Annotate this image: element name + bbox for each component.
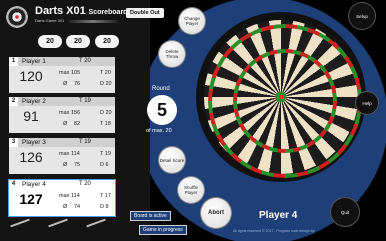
player-name: Player 2: [22, 98, 46, 105]
game-in-progress-status: Game in progress: [139, 225, 187, 235]
dart-icon: [48, 218, 68, 228]
max-label: max: [59, 193, 70, 199]
board-active-status: Board is active: [130, 211, 171, 221]
dart-icon: [86, 218, 106, 228]
checkout-hint: T 20: [79, 58, 91, 64]
detail-score-button[interactable]: Detail Score: [159, 147, 185, 173]
app-root: Darts X01 Scoreboard Darts Game 301 20 2…: [0, 0, 386, 241]
player-score: 120: [19, 68, 43, 84]
checkout-dart-2: D 20: [100, 81, 112, 87]
player-name: Player 4: [22, 181, 46, 188]
round-max: of max. 20: [146, 128, 172, 134]
max-label: max: [59, 70, 70, 76]
player-number: 4: [9, 180, 18, 189]
game-subtitle: Darts Game 301: [35, 18, 65, 23]
avg-value: 82: [74, 121, 81, 127]
help-button[interactable]: Help: [356, 92, 378, 114]
checkout-dart-2: D 8: [100, 204, 109, 210]
checkout-hint: T 20: [79, 181, 91, 187]
max-label: max: [59, 110, 70, 116]
avg-icon: Ø: [63, 162, 68, 168]
checkout-dart-2: T 18: [100, 121, 111, 127]
quit-button[interactable]: Quit: [331, 198, 359, 226]
max-value: 114: [71, 193, 80, 199]
checkout-dart-1: T 17: [100, 193, 111, 199]
player-number: 3: [9, 138, 18, 147]
avg-value: 75: [74, 162, 81, 168]
title-rest: Scoreboard: [88, 9, 128, 16]
throw-score-1: 20: [38, 35, 62, 48]
round-label: Round: [152, 86, 170, 92]
delete-throw-button[interactable]: Delete Throw: [159, 41, 185, 67]
checkout-dart-2: D 6: [100, 162, 109, 168]
max-value: 105: [71, 70, 81, 76]
max-value: 156: [71, 110, 81, 116]
player-score: 126: [19, 149, 43, 165]
avg-value: 76: [74, 81, 81, 87]
player-card-3[interactable]: 3 Player 3 T 19 126 max 114 T 19 Ø 75 D …: [9, 138, 115, 174]
dart-icon: [10, 218, 30, 228]
player-number: 2: [9, 97, 18, 106]
avg-icon: Ø: [63, 121, 68, 127]
scoreboard-panel: Darts X01 Scoreboard Darts Game 301 20 2…: [0, 0, 150, 241]
checkout-dart-1: T 20: [100, 70, 111, 76]
player-card-1[interactable]: 1 Player 1 T 20 120 max 105 T 20 Ø 76 D …: [9, 57, 115, 93]
round-number: 5: [147, 95, 177, 125]
setup-button[interactable]: Setup: [349, 3, 375, 29]
player-score: 91: [23, 108, 39, 124]
app-title: Darts X01 Scoreboard: [35, 5, 127, 17]
shuffle-player-button[interactable]: Shuffle Player: [178, 177, 204, 203]
checkout-hint: T 19: [79, 139, 91, 145]
throw-score-2: 20: [66, 35, 90, 48]
avg-value: 74: [74, 204, 81, 210]
player-name: Player 1: [22, 58, 46, 65]
checkout-dart-1: T 19: [100, 151, 111, 157]
player-name: Player 3: [22, 139, 46, 146]
title-main: Darts X01: [35, 5, 86, 17]
max-value: 114: [71, 151, 80, 157]
dartboard-logo-icon: [6, 6, 28, 28]
double-out-button[interactable]: Double Out: [126, 8, 164, 18]
change-player-button[interactable]: Change Player: [179, 8, 205, 34]
avg-icon: Ø: [63, 81, 68, 87]
triple-ring[interactable]: [233, 49, 337, 153]
checkout-hint: T 19: [79, 98, 91, 104]
avg-icon: Ø: [63, 204, 68, 210]
max-label: max: [59, 151, 70, 157]
player-number: 1: [9, 57, 18, 66]
throw-score-3: 20: [95, 35, 119, 48]
player-card-2[interactable]: 2 Player 2 T 19 91 max 156 D 20 Ø 82 T 1…: [9, 97, 115, 133]
player-card-4[interactable]: 4 Player 4 T 20 127 max 114 T 17 Ø 74 D …: [8, 179, 116, 217]
copyright-text: All rights reserved © 2017 - Program cod…: [233, 229, 315, 233]
dart-icon: [68, 20, 118, 23]
abort-button[interactable]: Abort: [201, 198, 231, 228]
player-score: 127: [19, 191, 43, 207]
checkout-dart-1: D 20: [100, 110, 112, 116]
current-player-label: Player 4: [259, 210, 298, 221]
